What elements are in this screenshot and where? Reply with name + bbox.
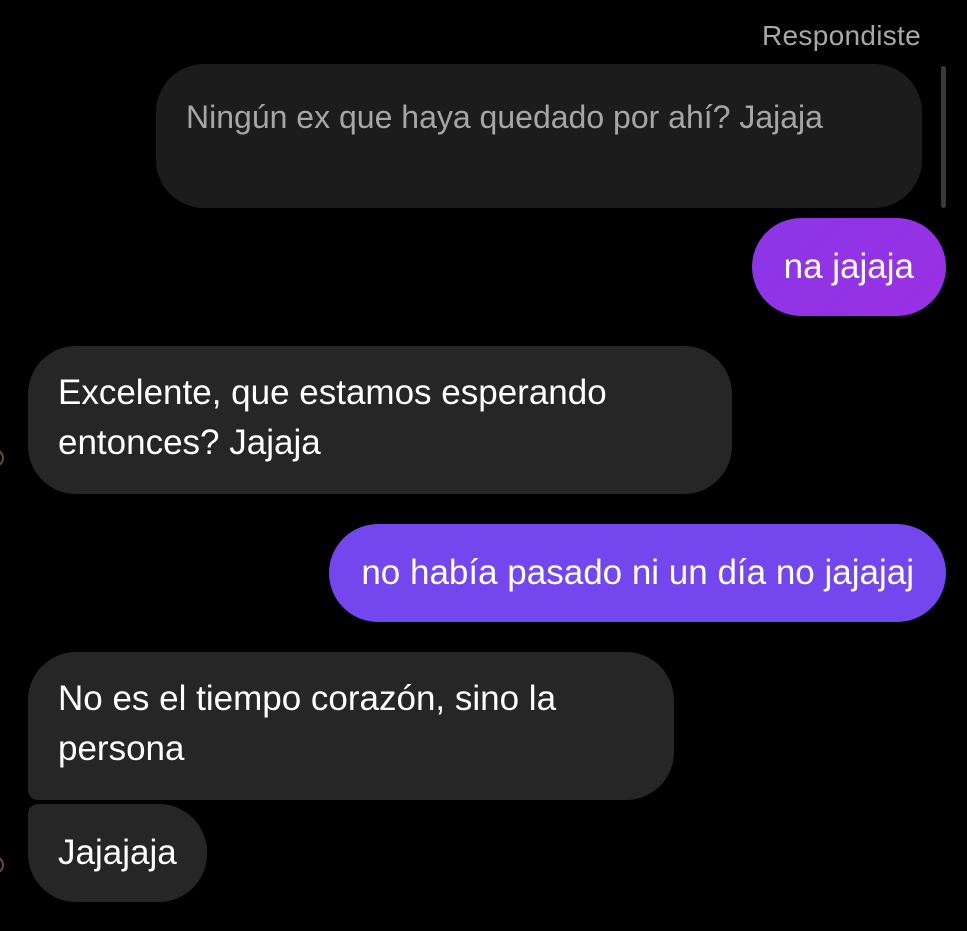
outgoing-message-bubble[interactable]: no había pasado ni un día no jajajaj — [329, 524, 946, 622]
quoted-message-bubble[interactable]: Ningún ex que haya quedado por ahí? Jaja… — [156, 64, 922, 208]
reply-indicator-bar — [941, 66, 946, 208]
incoming-message-bubble[interactable]: Excelente, que estamos esperando entonce… — [28, 346, 732, 494]
incoming-message-bubble[interactable]: No es el tiempo corazón, sino la persona — [28, 652, 674, 800]
sender-avatar[interactable] — [0, 856, 4, 874]
incoming-message-bubble[interactable]: Jajajaja — [28, 804, 207, 902]
outgoing-message-bubble[interactable]: na jajaja — [751, 218, 946, 316]
reply-context-label: Respondiste — [762, 20, 921, 51]
sender-avatar[interactable] — [0, 449, 4, 467]
